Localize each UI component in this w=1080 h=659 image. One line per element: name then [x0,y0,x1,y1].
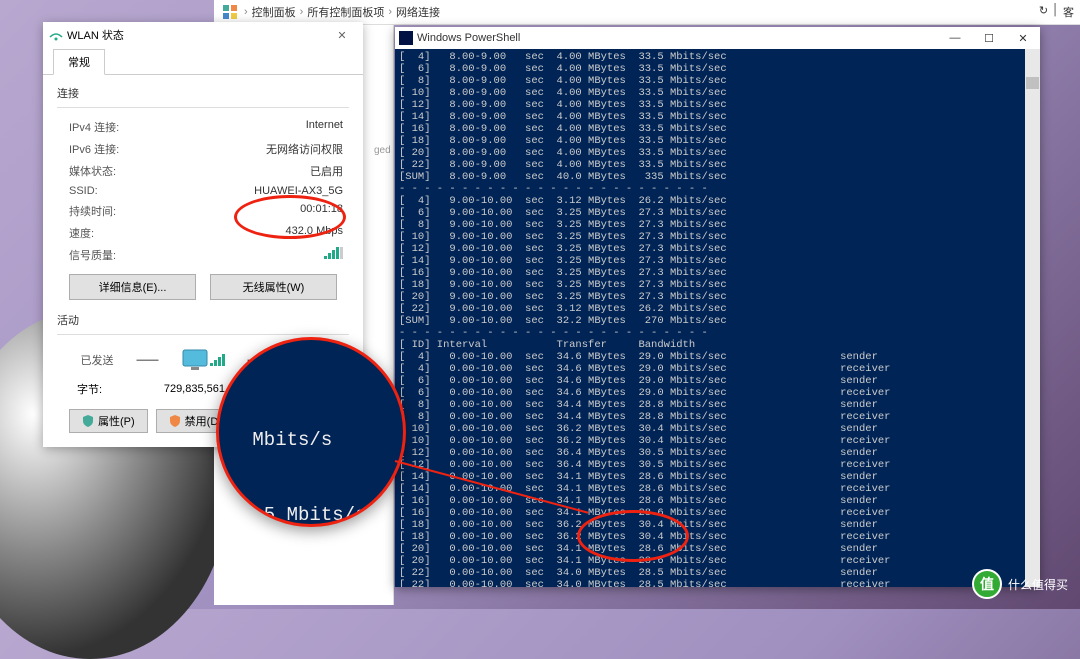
wlan-row: 速度:432.0 Mbps [57,222,349,244]
breadcrumb-seg4: 客 [1063,4,1074,20]
wlan-row: 媒体状态:已启用 [57,160,349,182]
watermark-text: 什么值得买 [1008,576,1068,593]
properties-button[interactable]: 属性(P) [69,409,148,433]
wlan-row: IPv6 连接:无网络访问权限 [57,138,349,160]
zoom-line: 3.5 Mbits/sec [241,503,389,527]
ged-text: ged [374,145,391,156]
ps-icon [399,31,413,45]
watermark: 值 什么值得买 [972,569,1068,599]
zoom-lens: Mbits/s 3.5 Mbits/sec 293 Mbits/sec 293 … [216,337,406,527]
wlan-titlebar[interactable]: WLAN 状态 ✕ [43,22,363,48]
close-icon[interactable]: ✕ [327,29,357,42]
breadcrumb-seg[interactable]: 所有控制面板项 [307,4,384,20]
breadcrumb-seg[interactable]: 控制面板 [252,4,296,20]
sent-label: 已发送 [81,352,114,368]
maximize-icon[interactable]: ☐ [972,32,1006,45]
wlan-tabs: 常规 [43,48,363,75]
tab-general[interactable]: 常规 [53,49,105,75]
ps-title-text: Windows PowerShell [417,32,520,44]
wlan-row: IPv4 连接:Internet [57,116,349,138]
bytes-sent-value: 729,835,561 [137,383,225,395]
wlan-title-text: WLAN 状态 [67,27,124,43]
close-icon[interactable]: ✕ [1006,32,1040,45]
details-button[interactable]: 详细信息(E)... [69,274,196,300]
minimize-icon[interactable]: — [938,32,972,45]
control-panel-icon [222,4,238,20]
connection-section-label: 连接 [57,85,349,101]
watermark-badge: 值 [972,569,1002,599]
activity-section-label: 活动 [57,312,349,328]
ps-scroll-thumb[interactable] [1026,77,1039,89]
ps-scrollbar[interactable] [1025,49,1040,587]
refresh-icon[interactable]: ↻ [1039,4,1048,20]
wlan-row: 信号质量: [57,244,349,266]
zoom-line: Mbits/s [241,428,389,453]
wlan-row: SSID:HUAWEI-AX3_5G [57,182,349,200]
breadcrumb-seg[interactable]: 网络连接 [396,4,440,20]
ps-output[interactable]: [ 4] 8.00-9.00 sec 4.00 MBytes 33.5 Mbit… [395,49,1040,587]
activity-icon [182,349,225,371]
powershell-window: Windows PowerShell — ☐ ✕ [ 4] 8.00-9.00 … [395,27,1040,587]
ps-titlebar[interactable]: Windows PowerShell — ☐ ✕ [395,27,1040,49]
bytes-label: 字节: [77,381,137,397]
wifi-icon [49,28,63,42]
wireless-props-button[interactable]: 无线属性(W) [210,274,337,300]
divider: │ [1052,4,1059,20]
wlan-row: 持续时间:00:01:18 [57,200,349,222]
